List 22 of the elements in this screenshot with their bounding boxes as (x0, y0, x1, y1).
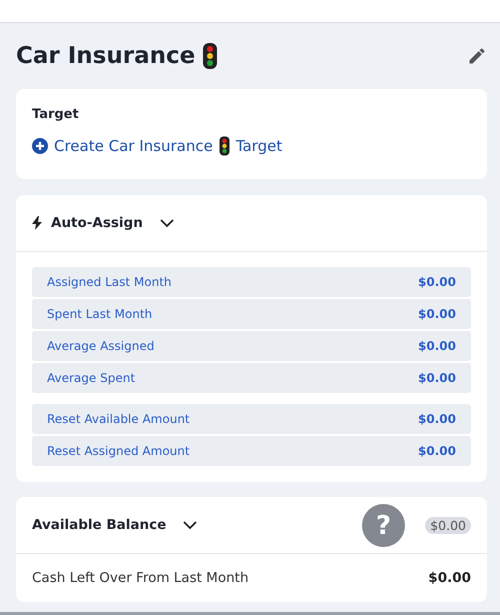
section-heading: Available Balance (32, 517, 166, 533)
lightning-icon (32, 216, 42, 230)
auto-assign-option[interactable]: Spent Last Month $0.00 (32, 299, 471, 329)
create-target-link[interactable]: Create Car Insurance Target (32, 136, 282, 156)
chevron-icon[interactable] (183, 520, 198, 530)
traffic-light-icon (218, 136, 230, 156)
traffic-light-icon (202, 42, 218, 70)
balance-row-amount: $0.00 (428, 570, 471, 586)
auto-assign-option[interactable]: Reset Assigned Amount $0.00 (32, 436, 471, 466)
edit-icon[interactable] (467, 46, 487, 66)
plus-circle-icon (32, 138, 48, 154)
auto-assign-option[interactable]: Reset Available Amount $0.00 (32, 404, 471, 434)
section-heading: Auto-Assign (51, 215, 143, 231)
section-heading: Target (32, 107, 80, 122)
auto-assign-option[interactable]: Average Assigned $0.00 (32, 331, 471, 361)
balance-badge: $0.00 (425, 516, 471, 534)
balance-row-label: Cash Left Over From Last Month (32, 570, 248, 586)
category-title: Car Insurance (16, 43, 196, 69)
auto-assign-option[interactable]: Average Spent $0.00 (32, 363, 471, 393)
help-button[interactable]: ? (362, 504, 405, 547)
auto-assign-option[interactable]: Assigned Last Month $0.00 (32, 267, 471, 297)
chevron-icon[interactable] (160, 218, 174, 228)
